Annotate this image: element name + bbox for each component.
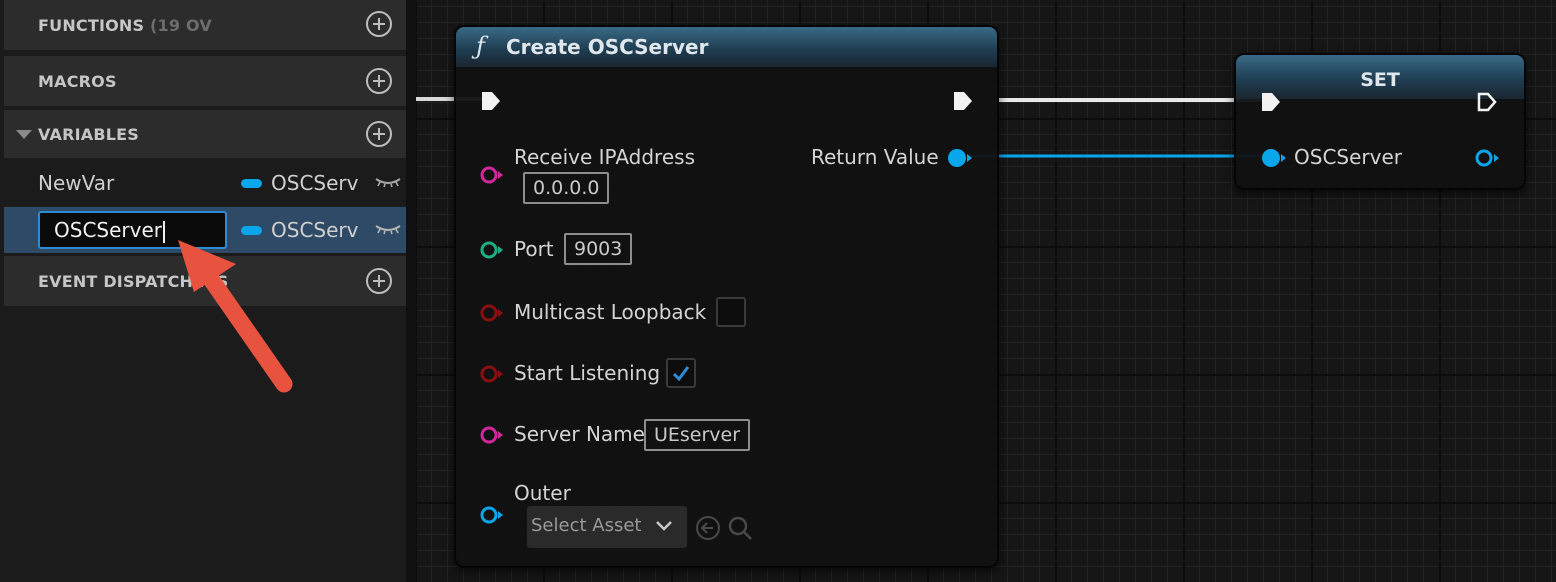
variables-section-header[interactable]: VARIABLES: [4, 110, 406, 158]
add-event-dispatcher-icon[interactable]: [366, 268, 392, 294]
rename-input-text: OSCServer: [54, 218, 162, 242]
set-oscserver-label: OSCServer: [1294, 145, 1402, 169]
multicast-loopback-label: Multicast Loopback: [514, 300, 707, 324]
exec-out-pin-icon[interactable]: [1476, 91, 1498, 113]
multicast-loopback-checkbox[interactable]: [716, 297, 746, 327]
checkmark-icon: [672, 366, 690, 382]
object-pin-icon[interactable]: [480, 505, 504, 525]
functions-override-count: (19 OV: [150, 15, 212, 35]
exec-in-pin-icon[interactable]: [1260, 91, 1282, 113]
string-pin-icon[interactable]: [480, 425, 504, 445]
add-function-icon[interactable]: [366, 11, 392, 37]
object-out-pin-icon[interactable]: [946, 147, 974, 169]
int-pin-icon[interactable]: [480, 240, 504, 260]
exec-in-pin-icon[interactable]: [480, 90, 502, 112]
macros-section-header[interactable]: MACROS: [4, 56, 406, 106]
functions-section-header[interactable]: FUNCTIONS (19 OV: [4, 0, 406, 50]
select-asset-text: Select Asset: [531, 515, 642, 536]
node-title: Create OSCServer: [506, 35, 709, 59]
variable-type[interactable]: OSCServ: [271, 171, 359, 195]
create-oscserver-node[interactable]: ƒ Create OSCServer Receive IPAddress 0.0…: [454, 25, 999, 568]
port-input[interactable]: 9003: [564, 233, 633, 265]
functions-label: FUNCTIONS: [38, 15, 145, 35]
set-variable-node[interactable]: SET OSCServer: [1234, 53, 1526, 190]
use-selected-asset-icon[interactable]: [694, 514, 722, 542]
object-out-pin-icon[interactable]: [1474, 147, 1502, 169]
event-graph-canvas[interactable]: ƒ Create OSCServer Receive IPAddress 0.0…: [416, 0, 1556, 582]
receive-ipaddress-input[interactable]: 0.0.0.0: [523, 172, 610, 204]
add-macro-icon[interactable]: [366, 68, 392, 94]
return-value-label: Return Value: [811, 145, 939, 169]
server-name-input[interactable]: UEserver: [644, 419, 751, 451]
macros-label: MACROS: [38, 71, 117, 91]
variables-label: VARIABLES: [38, 124, 139, 144]
node-header[interactable]: ƒ Create OSCServer: [456, 27, 997, 67]
chevron-down-icon: [656, 521, 672, 531]
start-listening-label: Start Listening: [514, 361, 661, 385]
server-name-label: Server Name: [514, 422, 645, 446]
browse-asset-search-icon[interactable]: [726, 514, 754, 542]
variable-name: NewVar: [38, 171, 115, 195]
function-icon: ƒ: [476, 32, 485, 60]
select-asset-dropdown[interactable]: Select Asset: [527, 506, 687, 548]
annotation-arrow-icon: [178, 240, 293, 393]
exec-out-pin-icon[interactable]: [952, 90, 974, 112]
panel-splitter[interactable]: [406, 0, 416, 582]
start-listening-checkbox[interactable]: [666, 358, 696, 388]
string-pin-icon[interactable]: [480, 165, 504, 185]
variable-row-newvar[interactable]: NewVar OSCServ: [4, 160, 406, 206]
bool-pin-icon[interactable]: [480, 303, 504, 323]
set-node-title: SET: [1360, 69, 1400, 91]
collapse-caret-icon[interactable]: [16, 129, 32, 139]
object-type-pill-icon: [241, 178, 262, 188]
eye-closed-icon[interactable]: [375, 178, 401, 188]
bool-pin-icon[interactable]: [480, 364, 504, 384]
object-in-pin-icon[interactable]: [1260, 147, 1288, 169]
receive-ipaddress-label: Receive IPAddress: [514, 145, 695, 169]
port-label: Port: [514, 237, 554, 261]
outer-label: Outer: [514, 481, 571, 505]
add-variable-icon[interactable]: [366, 121, 392, 147]
eye-closed-icon[interactable]: [375, 225, 401, 235]
